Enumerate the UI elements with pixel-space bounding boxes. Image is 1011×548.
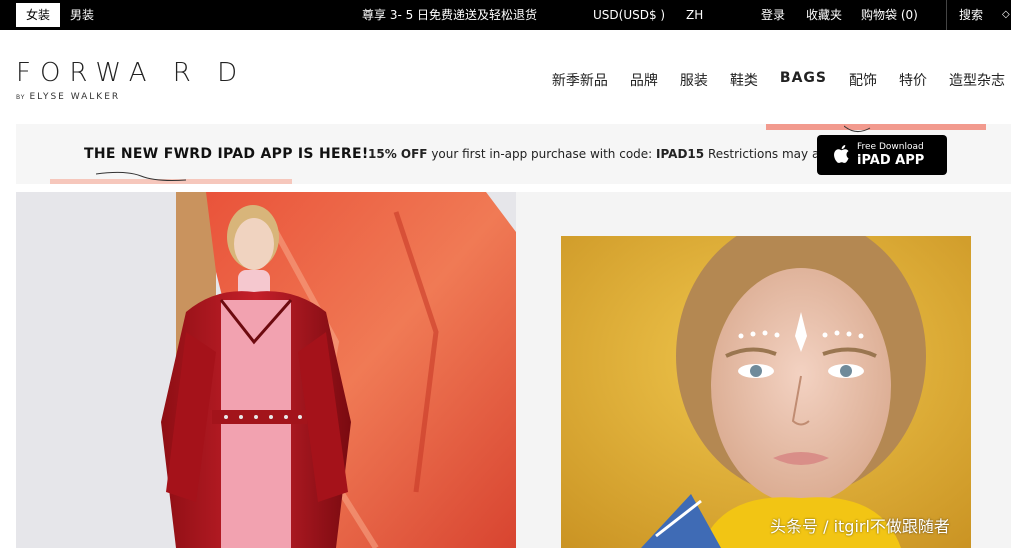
logo-by: BY (16, 94, 26, 101)
logo-wordmark: FORWA R D (16, 58, 247, 88)
download-app-button[interactable]: Free Download iPAD APP (817, 135, 947, 175)
tab-women[interactable]: 女装 (16, 3, 61, 27)
banner-offer: 15% OFF your first in-app purchase with … (368, 147, 847, 161)
nav-item-accessories[interactable]: 配饰 (849, 70, 877, 90)
nav-item-new-arrivals[interactable]: 新季新品 (552, 70, 608, 90)
topbar-divider (946, 0, 947, 30)
language-selector[interactable]: ZH (686, 0, 703, 30)
offer-discount: 15% OFF (368, 147, 428, 161)
login-link[interactable]: 登录 (761, 0, 785, 30)
apple-icon (834, 145, 849, 163)
nav-item-bags[interactable]: BAGS (780, 70, 827, 90)
nav-item-clothing[interactable]: 服装 (680, 70, 708, 90)
offer-code: IPAD15 (656, 147, 705, 161)
app-button-small-text: Free Download (857, 142, 924, 152)
shopping-bag-link[interactable]: 购物袋 (0) (861, 0, 918, 30)
search-button[interactable]: 搜索 (959, 0, 983, 30)
nav-item-editorial[interactable]: 造型杂志 (949, 70, 1005, 90)
app-button-large-text: iPAD APP (857, 153, 925, 168)
editorial-image-right[interactable] (561, 236, 971, 548)
logo-subtitle: BY ELYSE WALKER (16, 92, 246, 102)
main-nav: 新季新品 品牌 服装 鞋类 BAGS 配饰 特价 造型杂志 (530, 70, 1005, 90)
model-portrait-image (561, 236, 971, 548)
site-logo[interactable]: FORWA R D BY ELYSE WALKER (16, 58, 246, 102)
banner-headline: THE NEW FWRD IPAD APP IS HERE! (84, 146, 369, 162)
editorial-image-left[interactable] (16, 192, 516, 548)
logo-subtitle-text: ELYSE WALKER (29, 92, 121, 102)
nav-item-brands[interactable]: 品牌 (630, 70, 658, 90)
cable-decoration-icon (96, 171, 186, 181)
wishlist-link[interactable]: 收藏夹 (806, 0, 842, 30)
tab-men[interactable]: 男装 (60, 0, 104, 30)
watermark-text: 头条号 / itgirl不做跟随者 (770, 517, 950, 536)
nav-item-shoes[interactable]: 鞋类 (730, 70, 758, 90)
app-promo-banner[interactable]: THE NEW FWRD IPAD APP IS HERE! 15% OFF y… (16, 124, 1011, 184)
top-bar: 女装 男装 尊享 3- 5 日免费递送及轻松退货 USD(USD$ ) ZH 登… (0, 0, 1011, 30)
currency-selector[interactable]: USD(USD$ ) (593, 0, 665, 30)
chevron-left-icon[interactable]: ◇ (1002, 9, 1010, 20)
nav-item-sale[interactable]: 特价 (899, 70, 927, 90)
banner-decoration-top (766, 124, 986, 130)
model-red-coat-image (16, 192, 516, 548)
offer-text: your first in-app purchase with code: (427, 147, 657, 161)
shipping-promo[interactable]: 尊享 3- 5 日免费递送及轻松退货 (362, 0, 537, 30)
